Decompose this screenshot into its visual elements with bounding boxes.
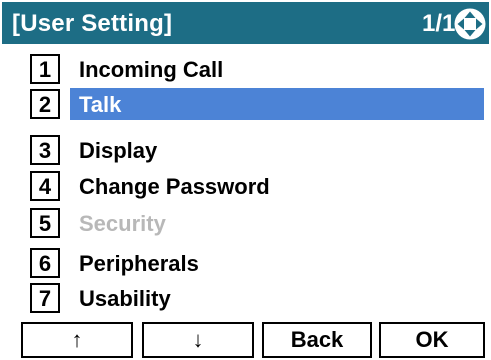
menu-item-label: Talk	[79, 92, 122, 117]
menu-item-label: Peripherals	[79, 251, 199, 276]
menu-item-number: 3	[30, 135, 60, 165]
softkey-bar: ↑ ↓ Back OK	[0, 322, 491, 360]
page-indicator: 1/1	[422, 10, 456, 37]
softkey-ok-button[interactable]: OK	[379, 322, 485, 358]
page-title: [User Setting]	[12, 10, 173, 37]
title-bar: [User Setting] 1/1	[2, 2, 489, 44]
menu-item-label: Display	[79, 138, 158, 163]
selection-highlight	[70, 88, 484, 120]
menu-item-change-password[interactable]: 4 Change Password	[0, 171, 491, 201]
menu-item-security: 5 Security	[0, 208, 491, 238]
menu-item-incoming-call[interactable]: 1 Incoming Call	[0, 54, 491, 84]
menu-item-peripherals[interactable]: 6 Peripherals	[0, 248, 491, 278]
lcd-screen: [User Setting] 1/1 1 Incoming Call 2 Tal…	[0, 0, 491, 360]
softkey-back-button[interactable]: Back	[262, 322, 372, 358]
menu-item-number: 6	[30, 248, 60, 278]
menu-item-label: Change Password	[79, 174, 270, 199]
four-way-arrow-icon	[454, 8, 486, 40]
menu-item-usability[interactable]: 7 Usability	[0, 283, 491, 313]
menu-item-display[interactable]: 3 Display	[0, 135, 491, 165]
menu-item-number: 2	[30, 89, 60, 119]
softkey-up-button[interactable]: ↑	[21, 322, 133, 358]
menu-item-label: Incoming Call	[79, 57, 224, 82]
menu-item-number: 1	[30, 54, 60, 84]
menu-item-number: 5	[30, 208, 60, 238]
softkey-down-button[interactable]: ↓	[142, 322, 254, 358]
menu-item-talk[interactable]: 2 Talk	[0, 88, 491, 120]
menu-item-number: 7	[30, 283, 60, 313]
menu-item-label: Security	[79, 211, 166, 236]
menu-item-number: 4	[30, 171, 60, 201]
menu-item-label: Usability	[79, 286, 171, 311]
